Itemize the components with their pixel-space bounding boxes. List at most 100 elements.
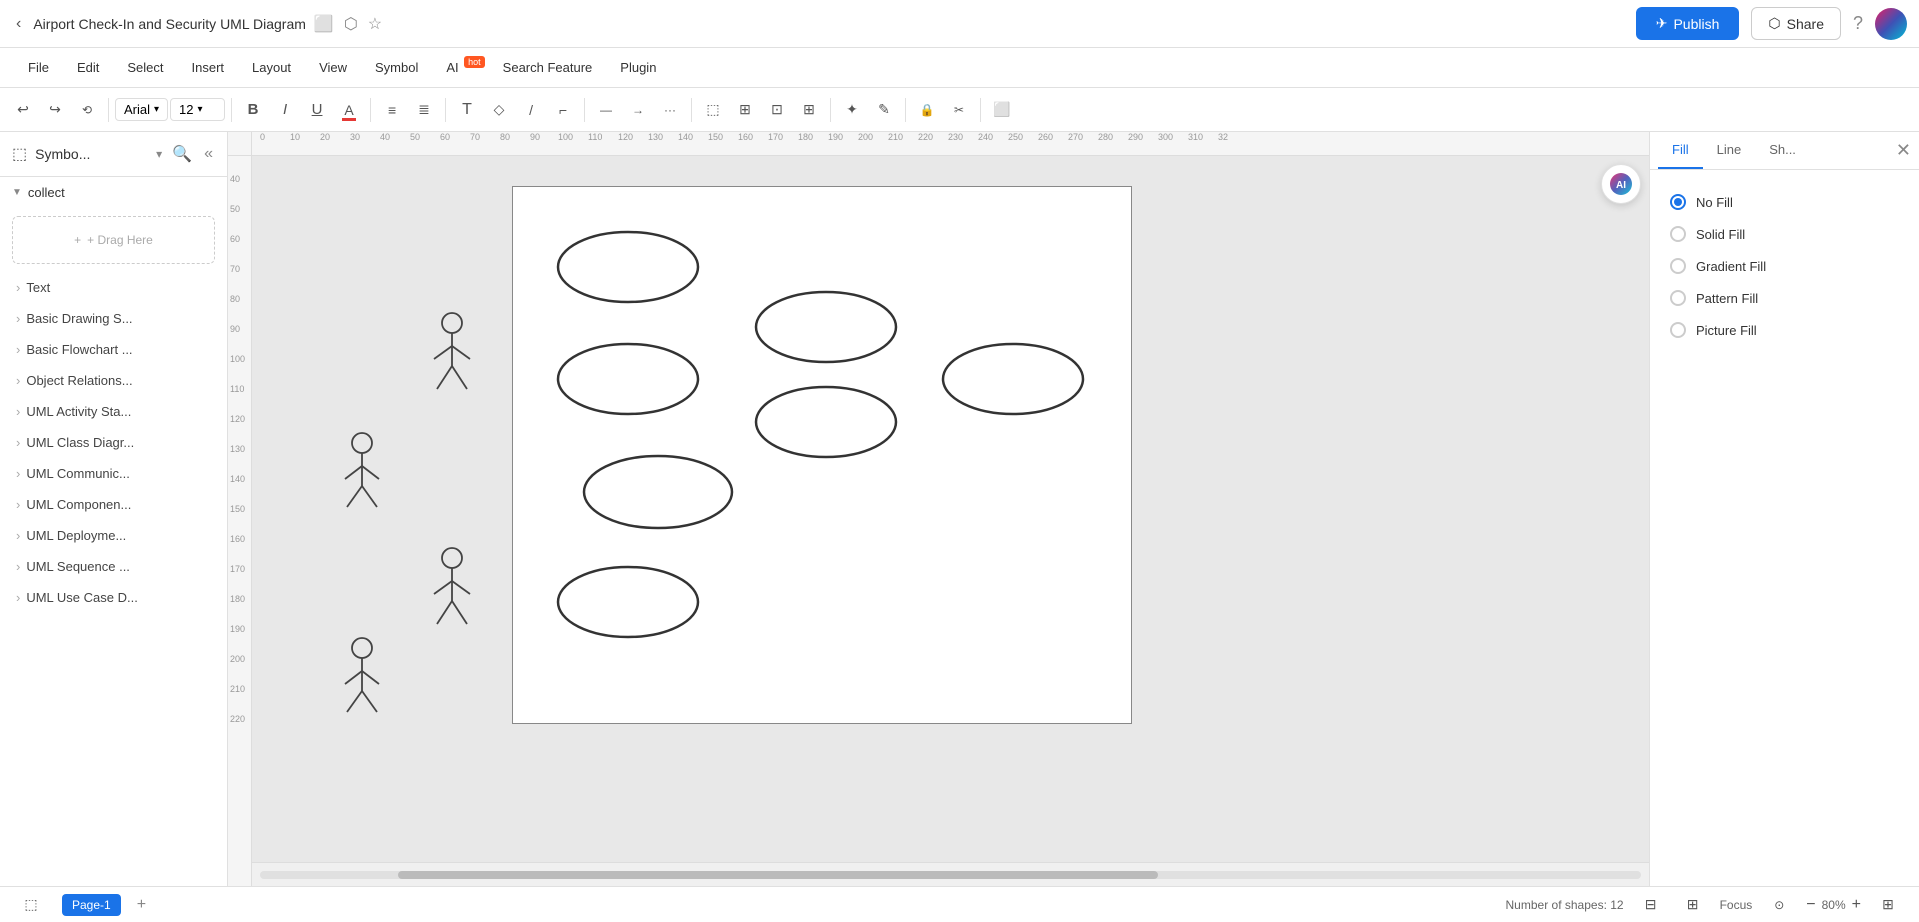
menu-insert[interactable]: Insert [180, 54, 237, 81]
ruler-v-mark-130: 130 [230, 444, 245, 454]
ruler-h-mark-300: 300 [1158, 132, 1173, 142]
ruler-v-mark-170: 170 [230, 564, 245, 574]
menu-ai[interactable]: AI hot [434, 54, 486, 81]
horizontal-scrollbar[interactable] [252, 862, 1649, 886]
grid-view-button[interactable]: ⬚ [16, 890, 46, 920]
sidebar-item-object-relations[interactable]: Object Relations... [0, 365, 227, 396]
fit-screen-button[interactable]: ⊞ [1873, 890, 1903, 920]
align-items-button[interactable]: ⊞ [730, 95, 760, 125]
sidebar-item-uml-usecase[interactable]: UML Use Case D... [0, 582, 227, 613]
page-icon-button[interactable]: ⬜ [987, 95, 1017, 125]
line-style-button[interactable]: — [591, 95, 621, 125]
fill-option-gradient[interactable]: Gradient Fill [1666, 250, 1903, 282]
font-size-selector[interactable]: 12 ▾ [170, 98, 225, 121]
menu-symbol[interactable]: Symbol [363, 54, 430, 81]
arrow-style-button[interactable]: → [623, 95, 653, 125]
zoom-fit-button[interactable]: ⊞ [794, 95, 824, 125]
publish-button[interactable]: ✈ Publish [1636, 7, 1740, 40]
menu-search-feature[interactable]: Search Feature [491, 54, 605, 81]
fill-option-picture[interactable]: Picture Fill [1666, 314, 1903, 346]
tab-shape[interactable]: Sh... [1755, 132, 1810, 169]
edit-icon-button[interactable]: ✎ [869, 95, 899, 125]
line-tool-button[interactable]: / [516, 95, 546, 125]
fill-option-none[interactable]: No Fill [1666, 186, 1903, 218]
underline-button[interactable]: U [302, 95, 332, 125]
group-icon-button[interactable]: ⬚ [698, 95, 728, 125]
ellipse-3[interactable] [584, 456, 732, 528]
ellipse-1[interactable] [558, 232, 698, 302]
ruler-h-mark-80: 80 [500, 132, 510, 142]
focus-toggle[interactable]: ⊙ [1764, 890, 1794, 920]
bottom-bar-right: Number of shapes: 12 ⊟ ⊞ Focus ⊙ − 80% +… [1506, 890, 1903, 920]
zoom-in-button[interactable]: + [1852, 896, 1861, 914]
sidebar-item-uml-deployment[interactable]: UML Deployme... [0, 520, 227, 551]
sidebar-item-basic-flowchart[interactable]: Basic Flowchart ... [0, 334, 227, 365]
tab-icon[interactable]: ⬜ [314, 14, 334, 34]
fill-option-pattern[interactable]: Pattern Fill [1666, 282, 1903, 314]
ruler-h-mark-90: 90 [530, 132, 540, 142]
connector-tool-button[interactable]: ⌐ [548, 95, 578, 125]
right-panel-close-button[interactable]: ✕ [1896, 140, 1911, 161]
redo-button[interactable]: ↪ [40, 95, 70, 125]
menu-view[interactable]: View [307, 54, 359, 81]
zoom-out-button[interactable]: − [1806, 896, 1815, 914]
star-icon[interactable]: ☆ [368, 14, 382, 34]
ellipse-6[interactable] [756, 387, 896, 457]
sidebar-item-uml-component[interactable]: UML Componen... [0, 489, 227, 520]
sidebar-item-basic-drawing[interactable]: Basic Drawing S... [0, 303, 227, 334]
menu-plugin[interactable]: Plugin [608, 54, 668, 81]
back-button[interactable]: ‹ [12, 11, 25, 37]
lock-button[interactable]: 🔒 [912, 95, 942, 125]
sidebar-item-text[interactable]: Text [0, 272, 227, 303]
align-button[interactable]: ≡ [377, 95, 407, 125]
tab-fill[interactable]: Fill [1658, 132, 1703, 169]
canvas-scroll-area[interactable]: AI [252, 156, 1649, 862]
drag-here-area[interactable]: + + Drag Here [12, 216, 215, 264]
share-button[interactable]: ⬡ Share [1751, 7, 1841, 40]
sidebar-item-uml-activity[interactable]: UML Activity Sta... [0, 396, 227, 427]
sidebar-collapse-button[interactable]: « [202, 143, 215, 165]
scissors-button[interactable]: ✂ [944, 95, 974, 125]
sidebar-item-uml-communic-label: UML Communic... [26, 466, 130, 481]
scrollbar-thumb[interactable] [398, 871, 1158, 879]
undo-button[interactable]: ↩ [8, 95, 38, 125]
sidebar-item-uml-class[interactable]: UML Class Diagr... [0, 427, 227, 458]
external-link-icon[interactable]: ⬡ [344, 14, 358, 34]
collect-section[interactable]: ▼ collect [0, 177, 227, 208]
sidebar-item-uml-sequence[interactable]: UML Sequence ... [0, 551, 227, 582]
text-tool-button[interactable]: T [452, 95, 482, 125]
shape-tool-button[interactable]: ◇ [484, 95, 514, 125]
ai-float-button[interactable]: AI [1601, 164, 1641, 204]
page-tab-1[interactable]: Page-1 [62, 894, 121, 916]
magic-button[interactable]: ✦ [837, 95, 867, 125]
ellipse-2[interactable] [558, 344, 698, 414]
history-button[interactable]: ⟲ [72, 95, 102, 125]
ruler-v-mark-60: 60 [230, 234, 240, 244]
font-color-button[interactable]: A [334, 95, 364, 125]
scrollbar-track[interactable] [260, 871, 1641, 879]
diagram-svg [513, 187, 1131, 723]
menu-select[interactable]: Select [115, 54, 175, 81]
dot-style-button[interactable]: ··· [655, 95, 685, 125]
font-family-selector[interactable]: Arial ▾ [115, 98, 168, 121]
sidebar-item-uml-communic[interactable]: UML Communic... [0, 458, 227, 489]
ellipse-4[interactable] [558, 567, 698, 637]
sidebar-search-button[interactable]: 🔍 [170, 142, 194, 166]
sidebar-dropdown-icon[interactable]: ▾ [156, 147, 162, 161]
fit-view-button[interactable]: ⊞ [1678, 890, 1708, 920]
menu-layout[interactable]: Layout [240, 54, 303, 81]
add-page-button[interactable]: + [137, 896, 146, 914]
layers-button[interactable]: ⊟ [1636, 890, 1666, 920]
menu-edit[interactable]: Edit [65, 54, 111, 81]
ellipse-5[interactable] [756, 292, 896, 362]
fill-option-solid[interactable]: Solid Fill [1666, 218, 1903, 250]
tab-line[interactable]: Line [1703, 132, 1756, 169]
ellipse-7[interactable] [943, 344, 1083, 414]
italic-button[interactable]: I [270, 95, 300, 125]
fit-page-button[interactable]: ⊡ [762, 95, 792, 125]
user-avatar[interactable] [1875, 8, 1907, 40]
help-button[interactable]: ? [1853, 13, 1863, 34]
align-more-button[interactable]: ≣ [409, 95, 439, 125]
bold-button[interactable]: B [238, 95, 268, 125]
menu-file[interactable]: File [16, 54, 61, 81]
